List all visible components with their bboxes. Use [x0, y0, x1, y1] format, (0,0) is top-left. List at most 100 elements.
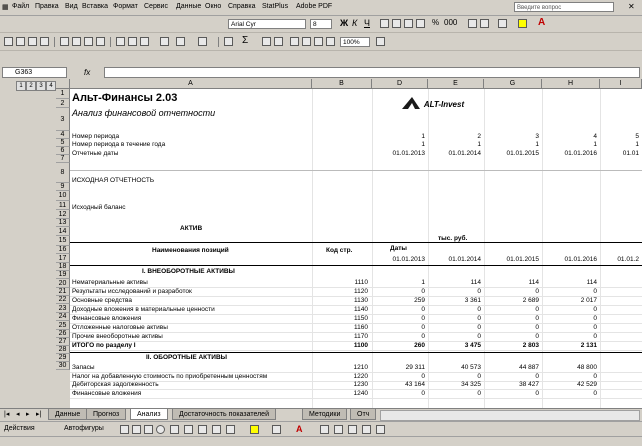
menu-format[interactable]: Формат [113, 3, 138, 10]
menu-file[interactable]: Файл [12, 3, 29, 10]
paste-icon[interactable] [140, 37, 149, 46]
row-header[interactable]: 30 [56, 362, 70, 370]
rectangle-icon[interactable] [144, 425, 153, 434]
tab-forecast[interactable]: Прогноз [86, 409, 127, 420]
function-icon[interactable] [326, 37, 335, 46]
menu-edit[interactable]: Правка [35, 3, 59, 10]
row-header[interactable]: 22 [56, 296, 70, 304]
tab-analysis[interactable]: Анализ [130, 409, 168, 420]
line-icon[interactable] [120, 425, 129, 434]
drawing-icon[interactable] [302, 37, 311, 46]
draw-fill-color-icon[interactable] [250, 425, 259, 434]
row-header[interactable]: 24 [56, 313, 70, 321]
font-name-select[interactable]: Arial Cyr [228, 19, 306, 29]
sort-asc-icon[interactable] [262, 37, 271, 46]
row-header[interactable]: 15 [56, 236, 70, 246]
oval-icon[interactable] [156, 425, 165, 434]
copy-icon[interactable] [128, 37, 137, 46]
hyperlink-icon[interactable] [224, 37, 233, 46]
col-header-a[interactable]: A [70, 79, 312, 89]
borders-icon[interactable] [498, 19, 507, 28]
redo-icon[interactable] [198, 37, 207, 46]
increase-indent-icon[interactable] [480, 19, 489, 28]
excel-icon[interactable]: ▦ [2, 3, 9, 11]
outline-level-4[interactable]: 4 [46, 81, 56, 91]
menu-insert[interactable]: Вставка [82, 3, 108, 10]
row-header[interactable]: 7 [56, 155, 70, 163]
row-header[interactable]: 25 [56, 321, 70, 330]
outline-level-1[interactable]: 1 [16, 81, 26, 91]
shadow-icon[interactable] [362, 425, 371, 434]
tab-scroll-first-icon[interactable]: |◂ [4, 410, 9, 418]
worksheet-grid[interactable]: Альт-Финансы 2.03 Анализ финансовой отче… [70, 89, 642, 409]
line-color-icon[interactable] [272, 425, 281, 434]
col-header-g[interactable]: G [484, 79, 542, 89]
row-header[interactable]: 6 [56, 147, 70, 155]
col-header-d[interactable]: D [372, 79, 428, 89]
bold-icon[interactable]: Ж [340, 18, 348, 28]
3d-icon[interactable] [376, 425, 385, 434]
decrease-indent-icon[interactable] [468, 19, 477, 28]
row-header[interactable]: 3 [56, 108, 70, 131]
save-icon[interactable] [28, 37, 37, 46]
print-preview-icon[interactable] [72, 37, 81, 46]
menu-statplus[interactable]: StatPlus [262, 3, 288, 10]
menu-tools[interactable]: Сервис [144, 3, 168, 10]
align-right-icon[interactable] [404, 19, 413, 28]
autosum-icon[interactable]: Σ [242, 35, 248, 46]
menu-adobe-pdf[interactable]: Adobe PDF [296, 3, 332, 10]
sort-desc-icon[interactable] [274, 37, 283, 46]
tab-data[interactable]: Данные [48, 409, 88, 420]
arrow-icon[interactable] [132, 425, 141, 434]
row-header[interactable]: 13 [56, 219, 70, 227]
tab-methods[interactable]: Методики [302, 409, 348, 420]
merge-center-icon[interactable] [416, 19, 425, 28]
row-header[interactable]: 17 [56, 254, 70, 263]
format-painter-icon[interactable] [160, 37, 169, 46]
permission-icon[interactable] [40, 37, 49, 46]
clipart-icon[interactable] [212, 425, 221, 434]
row-header[interactable]: 12 [56, 210, 70, 219]
row-header[interactable]: 21 [56, 288, 70, 296]
tab-scroll-prev-icon[interactable]: ◂ [16, 410, 20, 418]
fx-icon[interactable]: fx [84, 68, 90, 77]
col-header-i[interactable]: I [600, 79, 642, 89]
row-header[interactable]: 5 [56, 139, 70, 147]
row-header[interactable]: 2 [56, 99, 70, 108]
spelling-icon[interactable] [84, 37, 93, 46]
outline-level-3[interactable]: 3 [36, 81, 46, 91]
autoshapes-menu[interactable]: Автофигуры [64, 425, 104, 432]
diagram-icon[interactable] [198, 425, 207, 434]
outline-level-2[interactable]: 2 [26, 81, 36, 91]
horizontal-scrollbar[interactable] [380, 410, 640, 421]
research-icon[interactable] [96, 37, 105, 46]
textbox-icon[interactable] [170, 425, 179, 434]
zoom-select[interactable]: 100% [340, 37, 370, 47]
tab-reports[interactable]: Отч [350, 409, 377, 420]
tab-scroll-last-icon[interactable]: ▸| [36, 410, 41, 418]
print-icon[interactable] [60, 37, 69, 46]
col-header-b[interactable]: B [312, 79, 372, 89]
name-box[interactable]: G363 [2, 67, 67, 78]
italic-icon[interactable]: К [352, 18, 357, 28]
row-header[interactable]: 9 [56, 183, 70, 191]
align-center-icon[interactable] [392, 19, 401, 28]
percent-icon[interactable]: % [432, 18, 439, 27]
new-icon[interactable] [4, 37, 13, 46]
row-header[interactable]: 26 [56, 330, 70, 338]
row-header[interactable]: 28 [56, 346, 70, 354]
draw-font-color-icon[interactable]: A [296, 424, 303, 434]
underline-icon[interactable]: Ч [364, 18, 370, 28]
tab-sufficiency[interactable]: Достаточность показателей [172, 409, 276, 420]
row-header[interactable]: 20 [56, 279, 70, 288]
row-header[interactable]: 29 [56, 354, 70, 362]
undo-icon[interactable] [176, 37, 185, 46]
formula-input[interactable] [104, 67, 640, 78]
ask-question-input[interactable]: Введите вопрос [514, 2, 614, 12]
row-header[interactable]: 18 [56, 263, 70, 271]
picture-icon[interactable] [226, 425, 235, 434]
select-all-corner[interactable] [56, 79, 70, 89]
row-header[interactable]: 1 [56, 89, 70, 99]
col-header-h[interactable]: H [542, 79, 600, 89]
row-header[interactable]: 16 [56, 246, 70, 254]
